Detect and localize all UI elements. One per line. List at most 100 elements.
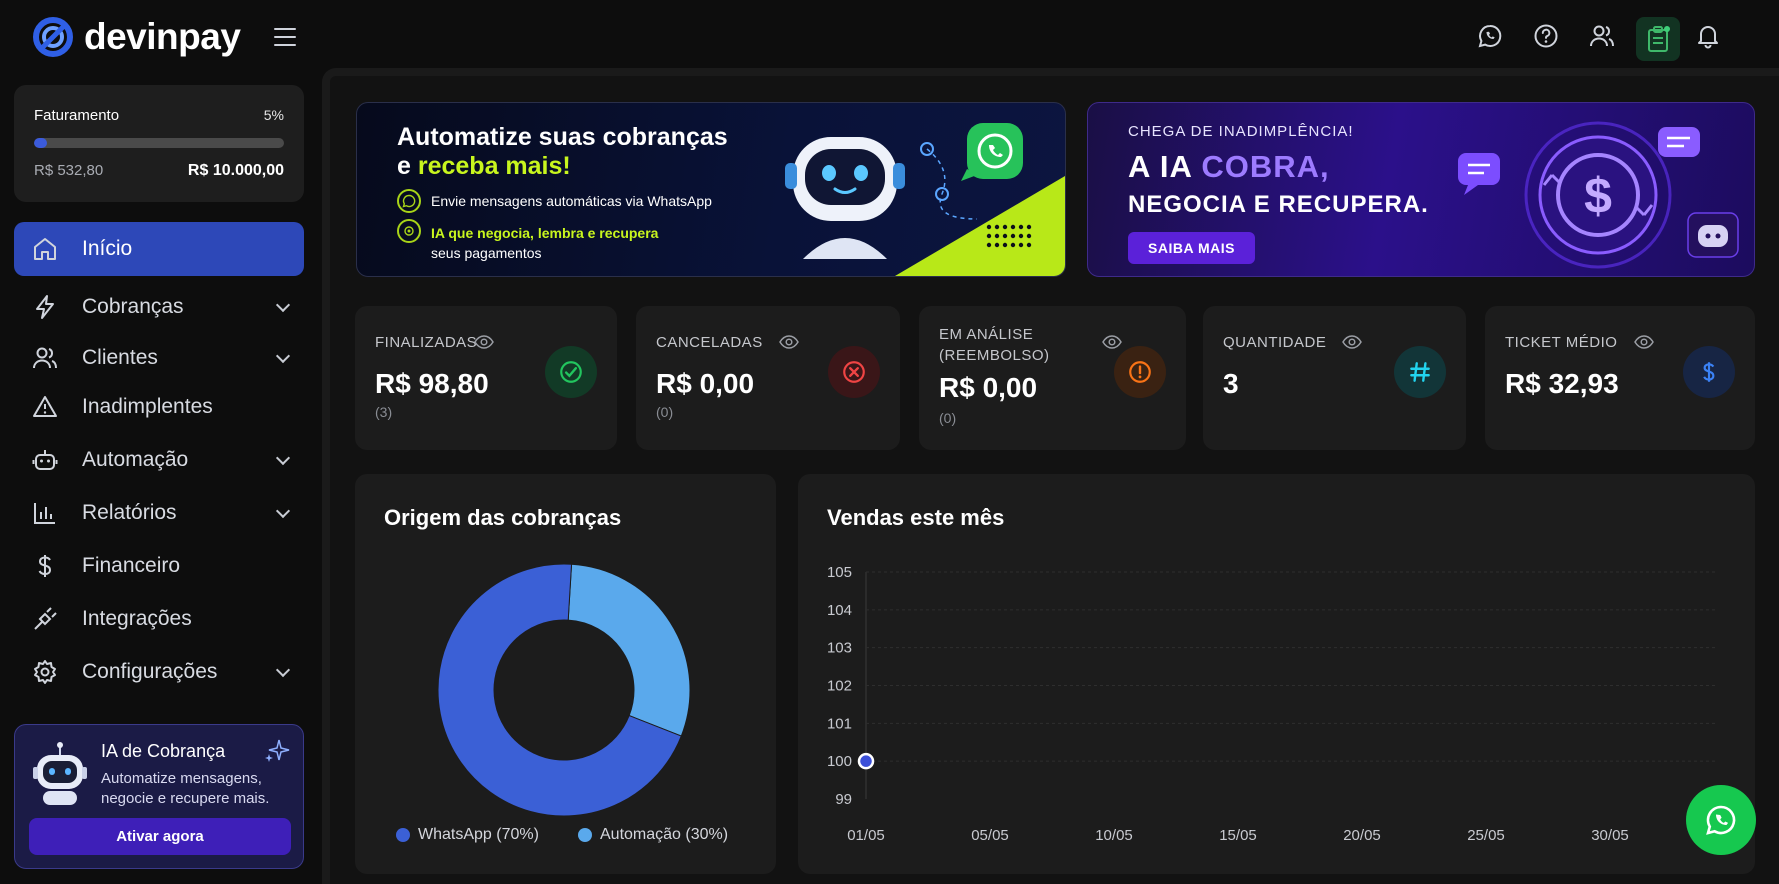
legend-label: Automação (30%) <box>600 826 729 843</box>
dollar-icon <box>1683 346 1735 398</box>
x-tick-label: 05/05 <box>971 827 1009 844</box>
learn-more-button[interactable]: SAIBA MAIS <box>1128 232 1255 264</box>
legend-swatch <box>396 828 410 842</box>
stat-label: QUANTIDADE <box>1223 332 1326 353</box>
users-icon <box>32 345 58 371</box>
sidebar-item-integracoes[interactable]: Integrações <box>14 592 304 646</box>
eye-icon[interactable] <box>1102 334 1122 350</box>
billing-progress-fill <box>34 138 47 148</box>
bell-icon[interactable] <box>1693 21 1723 51</box>
chevron-down-icon[interactable] <box>275 450 291 466</box>
users-icon[interactable] <box>1587 21 1617 51</box>
banner2-headline-highlight: COBRA, <box>1201 149 1330 184</box>
billing-label: Faturamento <box>34 107 120 124</box>
legend-item[interactable]: Automação (30%) <box>578 826 728 844</box>
chevron-down-icon[interactable] <box>275 662 291 678</box>
sidebar-item-relatorios[interactable]: Relatórios <box>14 486 304 540</box>
dollar-cycle-illustration: $ <box>1458 121 1739 269</box>
origin-chart-title: Origem das cobranças <box>384 505 622 530</box>
sidebar-item-configuracoes[interactable]: Configurações <box>14 645 304 699</box>
clipboard-icon[interactable] <box>1636 17 1680 61</box>
sidebar-item-clientes[interactable]: Clientes <box>14 331 304 385</box>
x-tick-label: 20/05 <box>1343 827 1381 844</box>
banner1-title-highlight: receba mais! <box>417 152 571 180</box>
activate-ai-button[interactable]: Ativar agora <box>29 818 291 855</box>
banner2-kicker: CHEGA DE INADIMPLÊNCIA! <box>1128 123 1354 140</box>
billing-percent: 5% <box>263 107 284 123</box>
eye-icon[interactable] <box>1342 334 1362 350</box>
x-tick-label: 10/05 <box>1095 827 1133 844</box>
banner1-feature-1: Envie mensagens automáticas via WhatsApp <box>397 189 712 213</box>
banner1-title-prefix: e <box>397 152 418 180</box>
sidebar-item-inicio[interactable]: Início <box>14 222 304 276</box>
y-tick-label: 103 <box>827 640 852 657</box>
chevron-down-icon[interactable] <box>275 297 291 313</box>
donut-slice-automacao[interactable] <box>567 563 691 737</box>
stat-card-finalizadas: FINALIZADAS R$ 98,80 (3) <box>355 306 617 450</box>
eye-icon[interactable] <box>1634 334 1654 350</box>
hash-icon <box>1394 346 1446 398</box>
y-tick-label: 99 <box>835 791 852 808</box>
logo[interactable]: devinpay <box>32 16 241 58</box>
banner2-headline-prefix: A IA <box>1128 149 1202 184</box>
legend-item[interactable]: WhatsApp (70%) <box>396 826 539 844</box>
billing-progress-bar <box>34 138 284 148</box>
whatsapp-icon[interactable] <box>1475 21 1505 51</box>
chevron-down-icon[interactable] <box>275 348 291 364</box>
stat-value: R$ 0,00 <box>939 372 1038 403</box>
banner1-title: Automatize suas cobranças e receba mais! <box>397 123 728 181</box>
stat-label-line1: FINALIZADAS <box>375 334 478 351</box>
help-icon[interactable] <box>1531 21 1561 51</box>
logo-icon <box>33 17 73 57</box>
legend-swatch <box>578 828 592 842</box>
robot-icon <box>32 447 58 473</box>
sidebar-item-label: Relatórios <box>82 501 177 524</box>
sidebar-nav: Início Cobranças Clientes Inadimplentes Auto… <box>14 222 304 702</box>
x-tick-label: 30/05 <box>1591 827 1629 844</box>
stat-label-line1: QUANTIDADE <box>1223 334 1327 351</box>
stat-value: R$ 32,93 <box>1505 368 1619 399</box>
whatsapp-float-button[interactable] <box>1686 785 1756 855</box>
lightning-icon <box>32 294 58 320</box>
dollar-icon <box>32 553 58 579</box>
chevron-down-icon[interactable] <box>275 503 291 519</box>
whatsapp-automation-banner[interactable]: Automatize suas cobranças e receba mais!… <box>356 102 1066 277</box>
stat-label-line1: CANCELADAS <box>656 334 763 351</box>
sparkle-icon <box>265 739 290 762</box>
sidebar-item-automacao[interactable]: Automação <box>14 433 304 487</box>
x-tick-label: 01/05 <box>847 827 885 844</box>
stat-card-canceladas: CANCELADAS R$ 0,00 (0) <box>636 306 900 450</box>
y-tick-label: 100 <box>827 753 852 770</box>
stat-label: FINALIZADAS <box>375 332 477 353</box>
robot-illustration <box>785 123 1032 259</box>
ai-card-title: IA de Cobrança <box>101 741 226 761</box>
topbar <box>379 0 1779 66</box>
gear-icon <box>32 659 58 685</box>
sidebar-item-financeiro[interactable]: Financeiro <box>14 539 304 593</box>
ai-brain-icon <box>397 219 421 243</box>
eye-icon[interactable] <box>474 334 494 350</box>
sidebar-item-label: Início <box>82 237 133 260</box>
sales-chart-card: Vendas este mês 99 100 101 102 103 104 105 01/0… <box>798 474 1755 874</box>
sidebar-item-inadimplentes[interactable]: Inadimplentes <box>14 380 304 434</box>
stat-label-line1: TICKET MÉDIO <box>1505 334 1618 351</box>
stat-count: (3) <box>375 404 393 420</box>
menu-toggle-icon[interactable] <box>274 28 296 46</box>
y-tick-label: 104 <box>827 602 852 619</box>
banner1-feature-2: IA que negocia, lembra e recupera seus pa… <box>397 219 658 263</box>
eye-icon[interactable] <box>779 334 799 350</box>
sidebar-item-label: Cobranças <box>82 295 184 318</box>
sidebar-item-cobrancas[interactable]: Cobranças <box>14 280 304 334</box>
billing-card: Faturamento 5% R$ 532,80 R$ 10.000,00 <box>14 85 304 202</box>
banner1-feature-2-text: IA que negocia, lembra e recupera seus pa… <box>431 219 658 263</box>
sidebar-item-label: Financeiro <box>82 554 181 577</box>
stat-card-quantidade: QUANTIDADE 3 <box>1203 306 1466 450</box>
ai-collections-banner[interactable]: CHEGA DE INADIMPLÊNCIA! A IA COBRA, NEGO… <box>1087 102 1755 277</box>
stat-value: R$ 0,00 <box>656 368 755 399</box>
stat-count: (0) <box>656 404 674 420</box>
x-circle-icon <box>828 346 880 398</box>
stat-value: 3 <box>1223 368 1239 399</box>
origin-donut-chart <box>437 563 691 817</box>
data-point[interactable] <box>857 752 875 770</box>
banner1-title-line1: Automatize suas cobranças <box>397 123 728 151</box>
